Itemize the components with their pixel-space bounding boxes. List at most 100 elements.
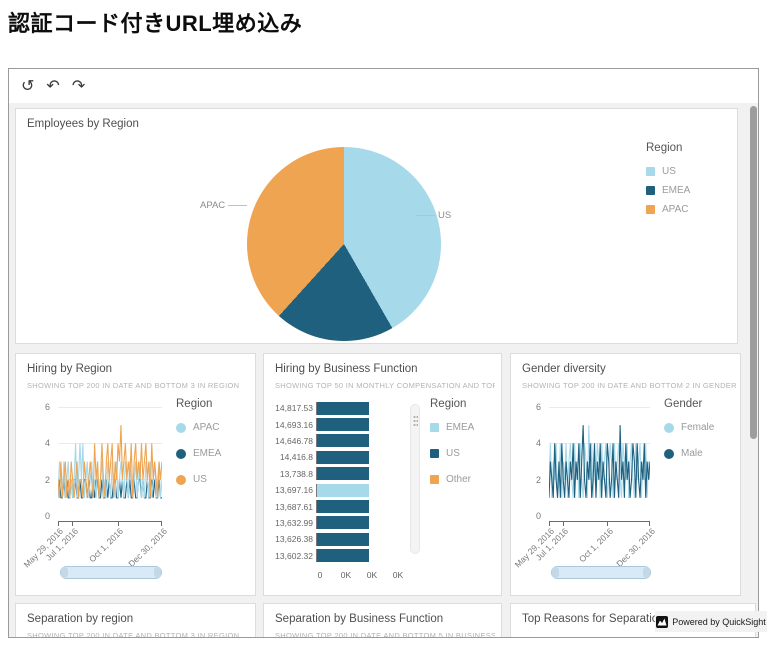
tile-subtitle: SHOWING TOP 200 IN DATE AND BOTTOM 5 IN … xyxy=(275,631,495,638)
bar-row: 13,738.8 xyxy=(270,466,406,482)
legend-item-emea[interactable]: EMEA xyxy=(646,185,690,196)
pie-chart[interactable] xyxy=(247,147,441,341)
tile-subtitle: SHOWING TOP 50 IN MONTHLY COMPENSATION A… xyxy=(275,381,495,390)
bar[interactable] xyxy=(317,516,370,530)
reset-icon[interactable]: ↺ xyxy=(21,78,34,94)
bar-category-label: 14,693.16 xyxy=(275,419,313,430)
pie-callout-label: APAC xyxy=(200,200,226,211)
legend-label: EMEA xyxy=(446,422,475,433)
bar-x-tick-label: 0K xyxy=(366,570,378,580)
bar[interactable] xyxy=(317,549,370,563)
line-chart[interactable] xyxy=(549,407,650,516)
bar[interactable] xyxy=(317,532,370,546)
tile-subtitle: SHOWING TOP 200 IN DATE AND BOTTOM 3 IN … xyxy=(27,631,240,638)
tile-title: Hiring by Business Function xyxy=(275,363,418,375)
legend-swatch xyxy=(176,422,186,433)
legend-item-other[interactable]: Other xyxy=(430,474,474,485)
bar-category-label: 13,602.32 xyxy=(275,550,313,561)
tile-title: Top Reasons for Separation xyxy=(522,613,665,625)
bar[interactable] xyxy=(317,450,370,464)
bar-track xyxy=(316,549,406,563)
bar[interactable] xyxy=(317,483,370,497)
tile-title: Separation by region xyxy=(27,613,134,625)
tile-hiring-by-business-function: Hiring by Business Function SHOWING TOP … xyxy=(263,353,502,596)
legend-swatch xyxy=(646,167,655,176)
legend-item-us[interactable]: US xyxy=(430,448,474,459)
date-range-scrollbar[interactable] xyxy=(551,566,651,579)
bar-category-label: 14,817.53 xyxy=(275,403,313,414)
legend-item-male[interactable]: Male xyxy=(664,448,714,459)
y-tick-label: 0 xyxy=(535,510,541,521)
legend-label: EMEA xyxy=(662,185,691,196)
bar-x-tick-label: 0 xyxy=(317,570,323,580)
legend-item-apac[interactable]: APAC xyxy=(646,204,690,215)
quicksight-logo-icon xyxy=(656,615,669,628)
bar-row: 13,697.16 xyxy=(270,482,406,498)
y-axis-labels: 6 4 2 0 xyxy=(521,402,541,542)
bar-track xyxy=(316,516,406,530)
powered-by-quicksight-badge[interactable]: Powered by QuickSight xyxy=(655,611,767,632)
date-range-scrollbar[interactable] xyxy=(60,566,162,579)
bar-track xyxy=(316,532,406,546)
y-tick-label: 4 xyxy=(535,438,541,449)
legend-region: Region APAC EMEA US xyxy=(176,398,221,500)
bar-category-label: 13,632.99 xyxy=(275,517,313,528)
pie-callout-us: US xyxy=(416,210,451,221)
legend-title: Region xyxy=(176,398,213,410)
drag-handle-icon xyxy=(413,415,418,427)
bar[interactable] xyxy=(317,500,370,514)
bar-row: 14,646.78 xyxy=(270,433,406,449)
quicksight-dashboard-frame: ↺ ↶ ↷ Employees by Region APAC US Region… xyxy=(8,68,759,638)
bar[interactable] xyxy=(317,401,370,415)
y-tick-label: 2 xyxy=(44,474,50,485)
line-chart[interactable] xyxy=(58,407,162,516)
legend-label: APAC xyxy=(662,204,689,215)
dashboard-toolbar: ↺ ↶ ↷ xyxy=(9,69,758,103)
tile-subtitle: SHOWING TOP 200 IN DATE AND BOTTOM 3 IN … xyxy=(27,381,240,390)
y-axis-labels: 6 4 2 0 xyxy=(30,402,50,542)
legend-region: Region EMEA US Other xyxy=(430,398,474,500)
legend-label: Male xyxy=(681,448,703,459)
legend-swatch xyxy=(664,422,674,433)
tile-gender-diversity: Gender diversity SHOWING TOP 200 IN DATE… xyxy=(510,353,741,596)
legend-title: Region xyxy=(430,398,467,410)
page-title: 認証コード付きURL埋め込み xyxy=(8,11,303,36)
undo-icon[interactable]: ↶ xyxy=(46,78,59,94)
legend-item-apac[interactable]: APAC xyxy=(176,422,221,433)
y-tick-label: 0 xyxy=(44,510,50,521)
legend-swatch xyxy=(646,186,655,195)
legend-swatch xyxy=(176,448,186,459)
bar-track xyxy=(316,483,406,497)
legend-swatch xyxy=(430,475,439,484)
bar-track xyxy=(316,450,406,464)
legend-item-emea[interactable]: EMEA xyxy=(176,448,221,459)
legend-region: Region US EMEA APAC xyxy=(646,142,690,223)
bar-row: 13,602.32 xyxy=(270,548,406,564)
bar-row: 13,626.38 xyxy=(270,531,406,547)
x-axis xyxy=(58,521,162,526)
legend-label: APAC xyxy=(193,422,220,433)
bar-row: 14,693.16 xyxy=(270,416,406,432)
legend-item-emea[interactable]: EMEA xyxy=(430,422,474,433)
redo-icon[interactable]: ↷ xyxy=(72,78,85,94)
bar-row: 13,687.61 xyxy=(270,498,406,514)
bar-x-tick-label: 0K xyxy=(392,570,404,580)
bar[interactable] xyxy=(317,434,370,448)
legend-item-us[interactable]: US xyxy=(176,474,221,485)
bar-row: 14,416.8 xyxy=(270,449,406,465)
legend-item-us[interactable]: US xyxy=(646,166,690,177)
leader-line xyxy=(416,215,435,216)
tile-subtitle: SHOWING TOP 200 IN DATE AND BOTTOM 2 IN … xyxy=(522,381,737,390)
legend-swatch xyxy=(430,423,439,432)
bar[interactable] xyxy=(317,418,370,432)
pane-scrollbar[interactable] xyxy=(410,404,420,554)
legend-item-female[interactable]: Female xyxy=(664,422,714,433)
legend-label: US xyxy=(193,474,207,485)
legend-label: US xyxy=(446,448,460,459)
legend-label: US xyxy=(662,166,676,177)
y-tick-label: 6 xyxy=(44,402,50,412)
legend-swatch xyxy=(664,448,674,459)
dashboard-vertical-scrollbar[interactable] xyxy=(750,106,757,439)
bar[interactable] xyxy=(317,467,370,481)
bar-track xyxy=(316,467,406,481)
